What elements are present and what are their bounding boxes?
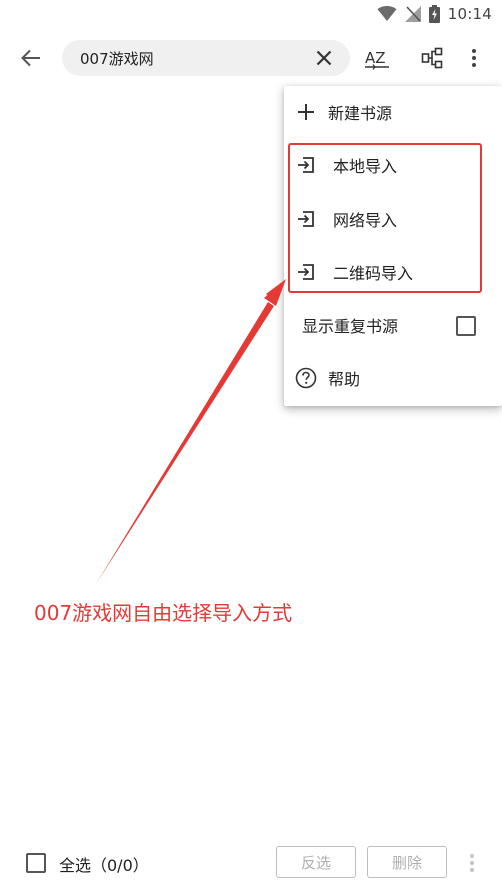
search-box <box>62 40 350 76</box>
status-icons: 10:14 <box>377 4 492 24</box>
sort-button[interactable]: AZ <box>363 44 391 72</box>
close-icon <box>316 50 332 66</box>
show-duplicates-checkbox[interactable] <box>456 316 476 336</box>
battery-charging-icon <box>428 5 440 23</box>
menu-item-show-duplicates[interactable]: 显示重复书源 <box>284 301 502 349</box>
plus-icon <box>294 100 318 124</box>
group-button[interactable] <box>418 44 446 72</box>
wifi-icon <box>377 6 397 21</box>
status-bar: 10:14 <box>0 0 502 28</box>
toolbar: AZ <box>0 34 502 82</box>
menu-item-label: 显示重复书源 <box>302 317 399 336</box>
more-vert-icon <box>470 854 474 872</box>
menu-item-label: 新建书源 <box>328 104 393 123</box>
clear-search-button[interactable] <box>314 48 334 68</box>
bottom-bar: 全选（0/0） 反选 删除 <box>0 840 502 886</box>
status-time: 10:14 <box>447 5 492 23</box>
search-input[interactable] <box>80 40 290 76</box>
select-all-checkbox[interactable] <box>26 853 46 873</box>
sort-label: AZ <box>365 49 386 67</box>
invert-selection-button[interactable]: 反选 <box>276 846 356 878</box>
arrow-back-icon <box>21 49 40 67</box>
back-button[interactable] <box>14 42 48 74</box>
annotation-text: 007游戏网自由选择导入方式 <box>34 601 293 625</box>
select-all-label: 全选（0/0） <box>59 856 149 875</box>
group-icon <box>421 47 443 69</box>
sort-az-icon: AZ <box>365 49 389 70</box>
help-circle-icon <box>294 366 318 390</box>
delete-button[interactable]: 删除 <box>367 846 447 878</box>
bottom-more-button[interactable] <box>466 852 478 874</box>
more-button[interactable] <box>464 44 484 72</box>
more-vert-icon <box>472 49 476 67</box>
no-signal-icon <box>404 6 421 22</box>
highlight-box <box>288 143 482 293</box>
menu-item-help[interactable]: 帮助 <box>284 354 502 402</box>
menu-item-label: 帮助 <box>328 370 361 389</box>
menu-item-new-source[interactable]: 新建书源 <box>284 88 502 136</box>
